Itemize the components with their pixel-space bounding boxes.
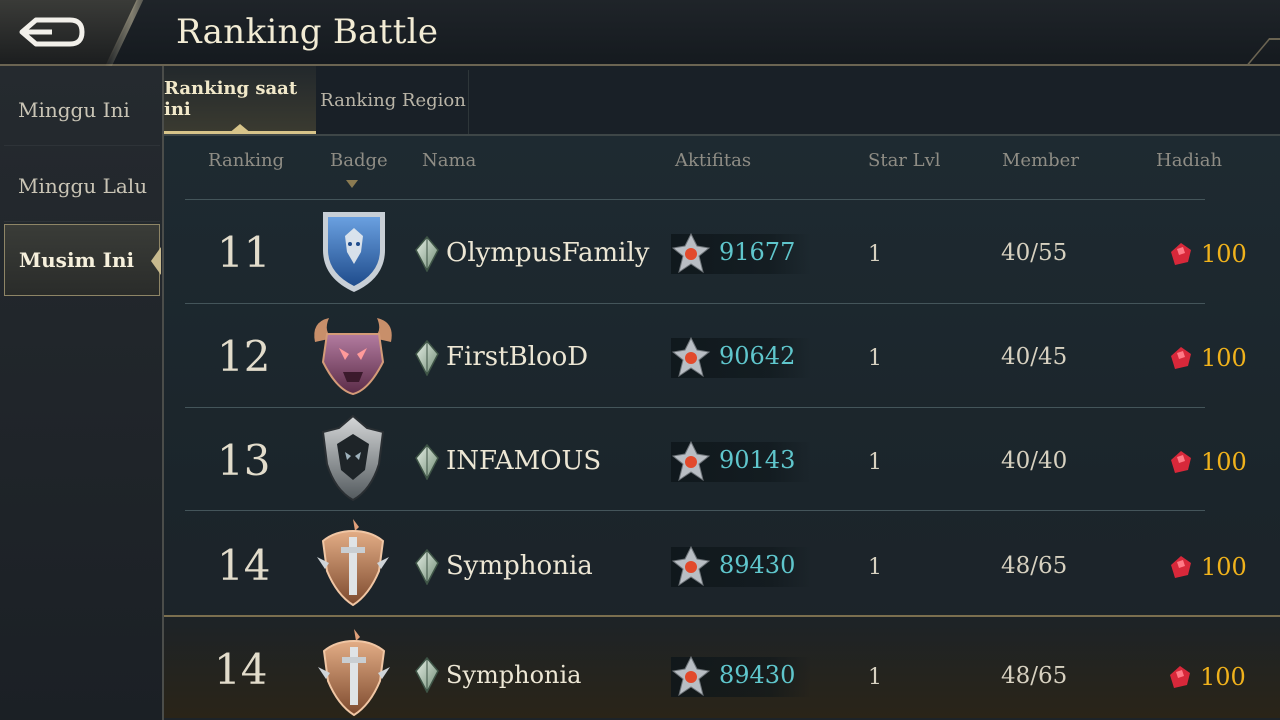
header-bar: Ranking Battle (0, 0, 1280, 68)
team-name: OlympusFamily (446, 238, 650, 268)
sidebar-item-minggu-lalu[interactable]: Minggu Lalu (4, 150, 160, 222)
reward-amount: 100 (1201, 240, 1247, 268)
back-arrow-icon (19, 17, 85, 47)
column-header-star-lvl: Star Lvl (868, 150, 941, 171)
sidebar-item-label: Minggu Lalu (18, 173, 148, 198)
sidebar-item-label: Minggu Ini (18, 97, 130, 122)
reward-amount: 100 (1200, 663, 1246, 691)
star-level: 1 (868, 346, 882, 371)
column-header-aktifitas: Aktifitas (675, 150, 752, 171)
member-count: 40/55 (1001, 240, 1068, 266)
star-level: 1 (868, 665, 882, 690)
activity-emblem-icon (671, 655, 711, 697)
member-count: 48/65 (1001, 663, 1068, 689)
column-header-nama: Nama (422, 150, 477, 171)
tab-label: Ranking saat ini (164, 77, 298, 120)
tab-divider (468, 70, 469, 134)
team-name: Symphonia (446, 661, 582, 689)
blue-wolf-shield-badge-icon (323, 212, 385, 292)
activity-cell: 89430 (671, 545, 811, 587)
table-row[interactable]: 13 INFAMOUS 90143 1 40/40 100 (185, 407, 1247, 510)
rank-number: 11 (217, 228, 271, 277)
star-level: 1 (868, 450, 882, 475)
team-name: INFAMOUS (446, 446, 602, 476)
scroll-up-indicator (346, 180, 358, 188)
page-title: Ranking Battle (176, 12, 439, 52)
rank-number: 13 (217, 436, 271, 485)
ruby-gem-icon (1171, 243, 1191, 265)
header-corner-ornament (1244, 38, 1280, 68)
activity-cell: 91677 (671, 232, 811, 274)
member-count: 48/65 (1001, 553, 1068, 579)
activity-value: 91677 (719, 238, 796, 266)
clan-level-crystal-icon (415, 236, 439, 272)
activity-value: 89430 (719, 551, 796, 579)
bronze-sword-shield-badge-icon (317, 519, 389, 607)
sidebar: Minggu Ini Minggu Lalu Musim Ini (0, 66, 164, 720)
team-name: Symphonia (446, 551, 593, 581)
tab-label: Ranking Region (320, 89, 466, 111)
star-level: 1 (868, 555, 882, 580)
team-name: FirstBlooD (446, 342, 589, 372)
activity-emblem-icon (671, 440, 711, 482)
rank-number: 14 (217, 541, 271, 590)
ruby-gem-icon (1171, 556, 1191, 578)
clan-level-crystal-icon (415, 657, 439, 693)
reward-amount: 100 (1201, 448, 1247, 476)
activity-emblem-icon (671, 545, 711, 587)
table-row[interactable]: 12 FirstBlooD 90642 1 40/45 100 (185, 303, 1247, 406)
member-count: 40/45 (1001, 344, 1068, 370)
rank-number: 12 (217, 332, 271, 381)
table-row[interactable]: 14 Symphonia 89430 1 48/65 100 (185, 510, 1247, 613)
clan-level-crystal-icon (415, 549, 439, 585)
activity-value: 90642 (719, 342, 796, 370)
own-clan-row[interactable]: 14 Symphonia 89430 1 48/65 100 (164, 615, 1280, 718)
tab-ranking-saat-ini[interactable]: Ranking saat ini (164, 66, 316, 134)
sidebar-item-label: Musim Ini (19, 248, 135, 272)
column-header-badge: Badge (330, 150, 388, 171)
activity-cell: 90143 (671, 440, 811, 482)
activity-emblem-icon (671, 232, 711, 274)
ruby-gem-icon (1171, 347, 1191, 369)
silver-dark-skull-badge-icon (321, 414, 385, 502)
purple-skull-horns-badge-icon (314, 318, 392, 396)
tab-bar: Ranking saat ini Ranking Region (164, 66, 1280, 136)
column-header-hadiah: Hadiah (1156, 150, 1223, 171)
clan-level-crystal-icon (415, 340, 439, 376)
activity-value: 90143 (719, 446, 796, 474)
column-header-member: Member (1002, 150, 1079, 171)
sidebar-item-musim-ini[interactable]: Musim Ini (4, 224, 161, 296)
reward-amount: 100 (1201, 553, 1247, 581)
member-count: 40/40 (1001, 448, 1068, 474)
star-level: 1 (868, 242, 882, 267)
table-row[interactable]: 11 OlympusFamily 91677 1 40/55 100 (185, 199, 1247, 302)
bronze-sword-shield-badge-icon (318, 629, 390, 717)
activity-cell: 89430 (671, 655, 811, 697)
column-header-ranking: Ranking (208, 150, 285, 171)
reward-amount: 100 (1201, 344, 1247, 372)
ruby-gem-icon (1170, 666, 1190, 688)
activity-emblem-icon (671, 336, 711, 378)
clan-level-crystal-icon (415, 444, 439, 480)
sidebar-item-minggu-ini[interactable]: Minggu Ini (4, 74, 160, 146)
tab-ranking-region[interactable]: Ranking Region (320, 66, 466, 134)
rank-number: 14 (214, 645, 268, 694)
activity-value: 89430 (719, 661, 796, 689)
activity-cell: 90642 (671, 336, 811, 378)
ruby-gem-icon (1171, 451, 1191, 473)
